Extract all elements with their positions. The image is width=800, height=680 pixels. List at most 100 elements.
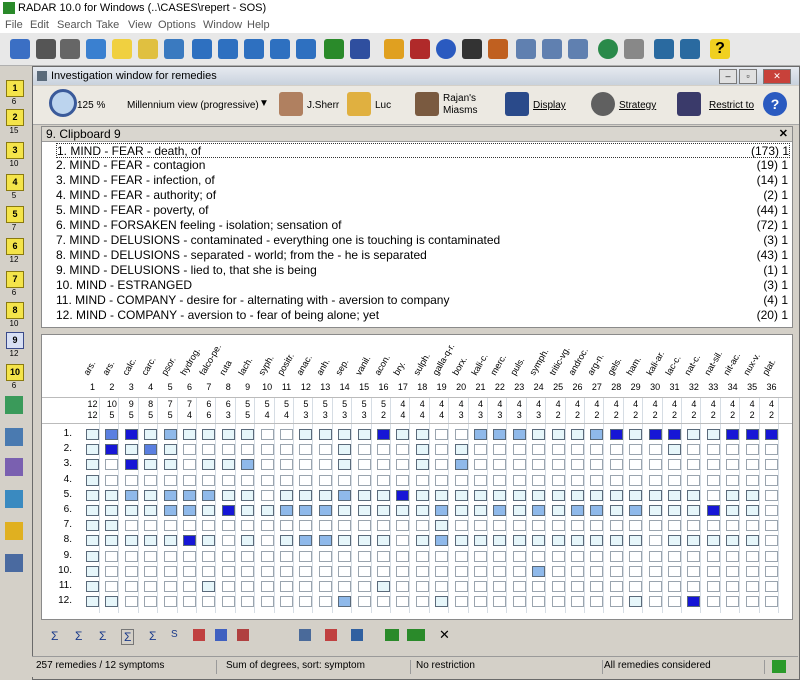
grid-cell[interactable]: [357, 596, 371, 608]
grid-cell[interactable]: [357, 505, 371, 516]
grid-cell[interactable]: [415, 520, 429, 532]
grid-cell[interactable]: [318, 429, 332, 440]
grid-cell[interactable]: [726, 429, 740, 440]
grid-cell[interactable]: [629, 489, 643, 501]
grid-cell[interactable]: [415, 565, 429, 577]
grid-cell[interactable]: [260, 565, 274, 577]
grid-cell[interactable]: [280, 520, 293, 532]
grid-cell[interactable]: [396, 550, 410, 562]
grid-cell[interactable]: [706, 535, 720, 547]
grid-cell[interactable]: [260, 581, 274, 592]
grid-cell[interactable]: [396, 459, 410, 471]
grid-cell[interactable]: [221, 520, 235, 532]
grid-cell[interactable]: [202, 520, 216, 532]
grid-cell[interactable]: [144, 505, 158, 516]
grid-cell[interactable]: [745, 459, 759, 471]
rubric-row[interactable]: 11. MIND - COMPANY - desire for - altern…: [56, 293, 788, 308]
grid-cell[interactable]: [590, 550, 604, 562]
sum-icon-3[interactable]: Σ: [99, 629, 106, 643]
grid-cell[interactable]: [299, 581, 313, 592]
rajan-line1[interactable]: Rajan's: [443, 93, 476, 104]
grid-cell[interactable]: [183, 565, 196, 577]
grid-cell[interactable]: [377, 550, 390, 562]
rubric-row[interactable]: 4. MIND - FEAR - authority; of (2) 1: [56, 188, 788, 203]
bottles-icon[interactable]: [488, 39, 508, 59]
grid-cell[interactable]: [512, 550, 526, 562]
grid-cell[interactable]: [396, 489, 410, 501]
grid-cell[interactable]: [202, 550, 216, 562]
grid-cell[interactable]: [629, 581, 643, 592]
grid-cell[interactable]: [260, 459, 274, 471]
table-palette-icon[interactable]: [5, 458, 23, 476]
pencil-eraser-icon[interactable]: [5, 396, 23, 414]
sum-icon-4[interactable]: Σ: [121, 629, 135, 645]
people-icon[interactable]: [350, 39, 370, 59]
grid-cell[interactable]: [629, 505, 643, 516]
document-list-icon[interactable]: [542, 39, 562, 59]
grid-cell[interactable]: [415, 550, 429, 562]
grid-cell[interactable]: [609, 474, 623, 486]
grid-cell[interactable]: [745, 505, 759, 516]
chevron-down-icon[interactable]: ▼: [259, 98, 269, 109]
grid-cell[interactable]: [396, 565, 410, 577]
grid-cell[interactable]: [532, 550, 546, 562]
grid-cell[interactable]: [144, 429, 158, 440]
grid-cell[interactable]: [532, 489, 546, 501]
grid-cell[interactable]: [571, 489, 584, 501]
rubric-row[interactable]: 2. MIND - FEAR - contagion (19) 1: [56, 158, 788, 173]
grid-cell[interactable]: [357, 489, 371, 501]
grid-cell[interactable]: [706, 550, 720, 562]
sum-icon-2[interactable]: Σ: [75, 629, 82, 643]
rubric-row[interactable]: 9. MIND - DELUSIONS - lied to, that she …: [56, 263, 788, 278]
grid-cell[interactable]: [163, 505, 177, 516]
grid-cell[interactable]: [648, 535, 662, 547]
grid-cell[interactable]: [629, 550, 643, 562]
grid-cell[interactable]: [648, 459, 662, 471]
grid-cell[interactable]: [454, 535, 468, 547]
grid-cell[interactable]: [377, 596, 390, 608]
grid-cell[interactable]: [706, 489, 720, 501]
grid-cell[interactable]: [357, 474, 371, 486]
help-question-icon[interactable]: ?: [710, 39, 730, 59]
grid-cell[interactable]: [124, 596, 138, 608]
grid-cell[interactable]: [163, 535, 177, 547]
grid-cell[interactable]: [454, 550, 468, 562]
grid-cell[interactable]: [163, 489, 177, 501]
grid-cell[interactable]: [435, 505, 449, 516]
grid-cell[interactable]: [454, 459, 468, 471]
chart-pen-icon[interactable]: [5, 490, 23, 508]
grid-cell[interactable]: [609, 550, 623, 562]
grid-cell[interactable]: [648, 596, 662, 608]
grid-cell[interactable]: [648, 520, 662, 532]
grid-cell[interactable]: [551, 429, 565, 440]
grid-cell[interactable]: [745, 489, 759, 501]
grid-cell[interactable]: [532, 505, 546, 516]
open-folder-icon[interactable]: [10, 39, 30, 59]
grid-cell[interactable]: [668, 565, 681, 577]
grid-cell[interactable]: [241, 489, 255, 501]
grid-cell[interactable]: [377, 459, 390, 471]
grid-cell[interactable]: [706, 444, 720, 456]
grid-cell[interactable]: [726, 581, 740, 592]
grid-cell[interactable]: [241, 550, 255, 562]
grid-cell[interactable]: [668, 535, 681, 547]
grid-cell[interactable]: [474, 459, 487, 471]
grid-cell[interactable]: [765, 581, 778, 592]
rubric-row[interactable]: 1. MIND - FEAR - death, of (173) 1: [56, 143, 790, 158]
grid-cell[interactable]: [144, 535, 158, 547]
grid-cell[interactable]: [454, 565, 468, 577]
grid-cell[interactable]: [415, 429, 429, 440]
grid-cell[interactable]: [377, 565, 390, 577]
grid-table-icon[interactable]: [237, 629, 249, 641]
remedy-name[interactable]: lach.: [237, 356, 255, 377]
rubric-row[interactable]: 12. MIND - COMPANY - aversion to - fear …: [56, 308, 788, 323]
grid-cell[interactable]: [202, 429, 216, 440]
grid-cell[interactable]: [745, 444, 759, 456]
grid-cell[interactable]: [745, 565, 759, 577]
grid-cell[interactable]: [357, 550, 371, 562]
chart-green-icon[interactable]: [385, 629, 399, 641]
grid-cell[interactable]: [415, 596, 429, 608]
restrict-button[interactable]: Restrict to: [709, 100, 754, 111]
grid-cell[interactable]: [745, 535, 759, 547]
menu-window[interactable]: Window: [203, 19, 242, 31]
